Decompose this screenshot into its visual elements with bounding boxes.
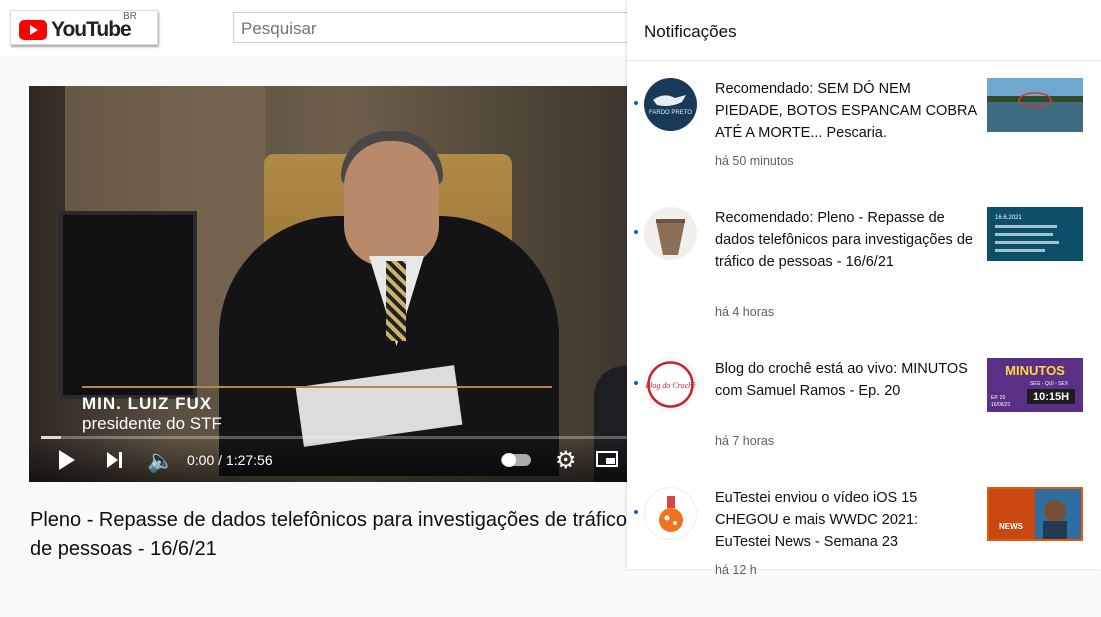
- notifications-header: Notificações: [627, 0, 1101, 61]
- notification-text: Blog do crochê está ao vivo: MINUTOS com…: [715, 361, 968, 399]
- unread-dot: [634, 230, 638, 234]
- avatar-label: Blog do Crochê: [645, 381, 696, 390]
- youtube-play-icon: [19, 20, 47, 40]
- thumbnail-title: MINUTOS: [1005, 363, 1065, 378]
- notification-time: há 7 horas: [715, 434, 775, 448]
- video-frame-head: [344, 141, 439, 266]
- channel-avatar[interactable]: [644, 207, 697, 260]
- progress-bar[interactable]: [41, 436, 721, 439]
- lower-third-role: presidente do STF: [82, 414, 222, 433]
- channel-avatar[interactable]: FARDO PRETO: [644, 78, 697, 131]
- notification-text: Recomendado: SEM DÓ NEM PIEDADE, BOTOS E…: [715, 81, 977, 141]
- notification-time: há 12 h: [715, 563, 757, 577]
- thumbnail-label: NEWS: [999, 522, 1024, 531]
- thumbnail-time: 10:15H: [1033, 391, 1069, 403]
- notifications-title: Notificações: [644, 22, 737, 41]
- volume-icon[interactable]: 🔈: [147, 448, 174, 474]
- video-frame-tie: [386, 261, 406, 341]
- video-lower-third: MIN. LUIZ FUX presidente do STF: [68, 386, 568, 438]
- notification-text: Recomendado: Pleno - Repasse de dados te…: [715, 210, 973, 270]
- notification-thumbnail[interactable]: MINUTOS SEG - QUI - SEX 10:15H EP. 20 16…: [987, 358, 1083, 412]
- notification-thumbnail[interactable]: [987, 78, 1083, 132]
- logo-text: YouTube: [51, 18, 132, 41]
- miniplayer-icon[interactable]: [596, 451, 618, 467]
- notification-item[interactable]: Blog do Crochê Blog do crochê está ao vi…: [627, 358, 1101, 488]
- notification-time: há 4 horas: [715, 305, 775, 319]
- video-frame-monitor: [59, 211, 197, 399]
- notification-item[interactable]: Recomendado: Pleno - Repasse de dados te…: [627, 207, 1101, 337]
- notification-thumbnail[interactable]: 16.6.2021: [987, 207, 1083, 261]
- notification-time: há 50 minutos: [715, 154, 794, 168]
- progress-fill: [41, 436, 62, 439]
- notification-text: EuTestei enviou o vídeo iOS 15 CHEGOU e …: [715, 490, 919, 550]
- thumbnail-date: 16/06/21: [991, 402, 1011, 408]
- time-display: 0:00 / 1:27:56: [187, 452, 273, 468]
- youtube-logo[interactable]: YouTube BR: [10, 10, 158, 45]
- autoplay-toggle[interactable]: [501, 453, 531, 467]
- search-input[interactable]: Pesquisar: [233, 12, 653, 43]
- next-button[interactable]: [107, 452, 123, 468]
- avatar-label: FARDO PRETO: [649, 110, 692, 116]
- video-title: Pleno - Repasse de dados telefônicos par…: [30, 509, 628, 560]
- unread-dot: [634, 510, 638, 514]
- lower-third-line: [82, 386, 552, 388]
- thumbnail-episode: EP. 20: [991, 395, 1006, 401]
- unread-dot: [634, 101, 638, 105]
- thumbnail-label: 16.6.2021: [995, 215, 1022, 221]
- notification-thumbnail[interactable]: NEWS: [987, 487, 1083, 541]
- notification-item[interactable]: FARDO PRETO Recomendado: SEM DÓ NEM PIED…: [627, 78, 1101, 208]
- notification-item[interactable]: EuTestei enviou o vídeo iOS 15 CHEGOU e …: [627, 487, 1101, 617]
- notifications-panel: Notificações FARDO PRETO Recomendado: SE…: [627, 0, 1101, 577]
- gear-icon[interactable]: ⚙: [555, 446, 577, 475]
- unread-dot: [634, 381, 638, 385]
- thumbnail-days: SEG - QUI - SEX: [1030, 381, 1069, 387]
- channel-avatar[interactable]: Blog do Crochê: [644, 358, 697, 411]
- play-button[interactable]: [59, 450, 75, 470]
- channel-avatar[interactable]: [644, 487, 697, 540]
- lower-third-name: MIN. LUIZ FUX: [82, 394, 213, 413]
- region-code: BR: [123, 11, 137, 22]
- search-placeholder: Pesquisar: [241, 19, 317, 38]
